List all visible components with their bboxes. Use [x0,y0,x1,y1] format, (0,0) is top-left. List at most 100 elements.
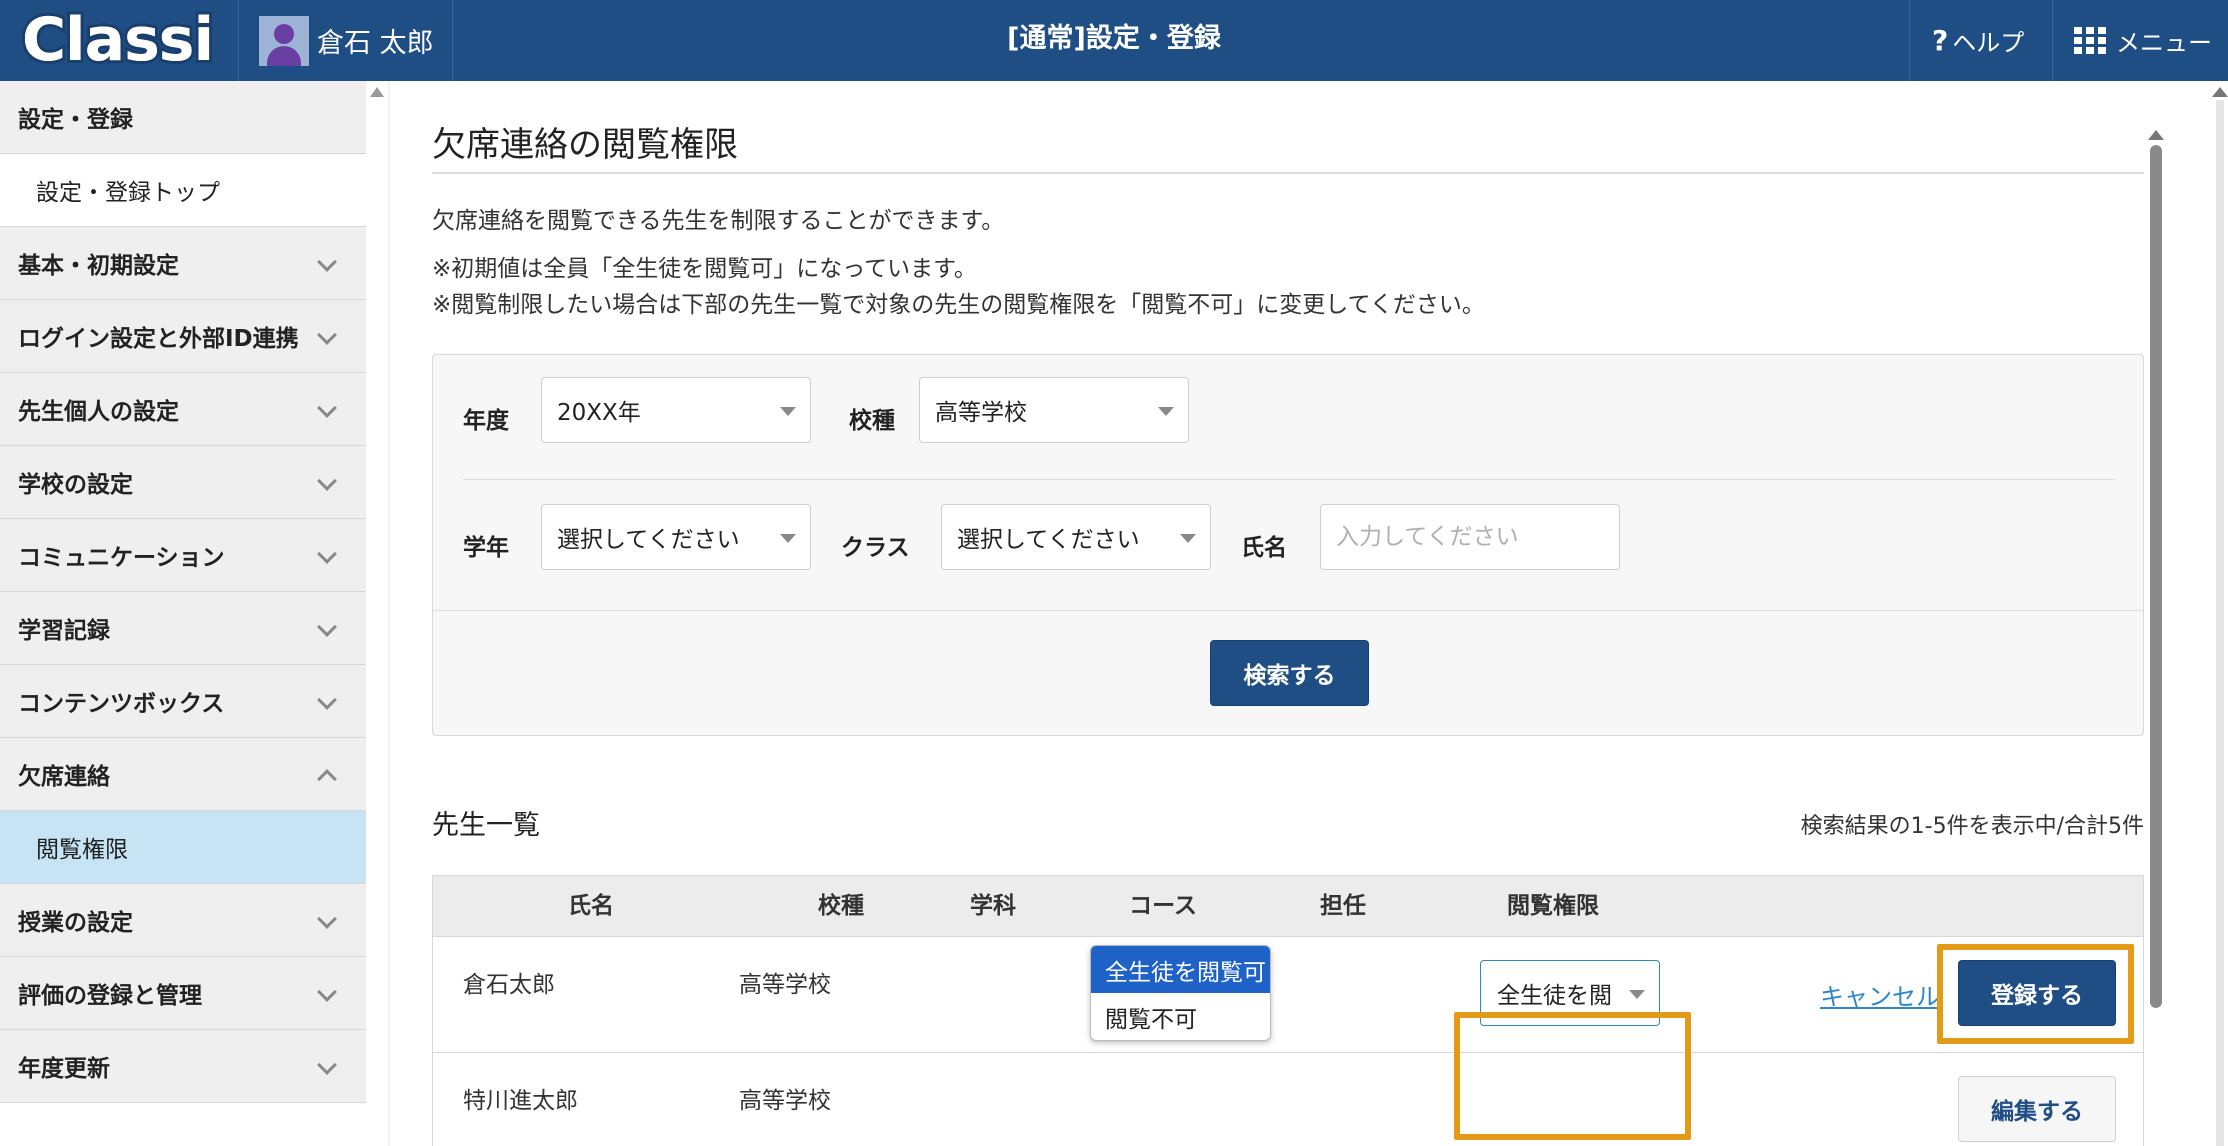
grade-select[interactable]: 選択してください [541,504,811,570]
sidebar-item-label: 欠席連絡 [18,764,110,790]
user-avatar-icon [259,15,309,66]
sidebar-item-label: コミュニケーション [18,545,225,571]
column-header-department: 学科 [970,893,1016,919]
year-select[interactable]: 20XX年 [541,377,811,443]
caret-down-icon [780,407,796,416]
search-button[interactable]: 検索する [1210,640,1369,706]
column-header-school-type: 校種 [818,893,864,919]
teacher-school-type: 高等学校 [739,1088,831,1114]
help-icon: ? [1932,24,1949,57]
sidebar-item-label: 年度更新 [18,1056,110,1082]
sidebar-item-label: 学習記録 [18,618,110,644]
table-row: 倉石太郎 高等学校 全生徒を閲 キャンセル 登録する [432,937,2144,1053]
sidebar-item-label: 基本・初期設定 [18,253,179,279]
chevron-down-icon [317,909,337,929]
user-menu[interactable]: 倉石 太郎 [259,0,434,81]
scroll-up-icon[interactable] [2148,130,2164,140]
permission-dropdown-list: 全生徒を閲覧可 閲覧不可 [1090,945,1271,1041]
sidebar-item-content-box[interactable]: コンテンツボックス [0,665,366,738]
classi-logo[interactable]: Classi [19,2,218,78]
column-header-permission: 閲覧権限 [1507,893,1599,919]
name-label: 氏名 [1241,535,1287,561]
year-label: 年度 [463,408,509,434]
top-header: Classi 倉石 太郎 [通常]設定・登録 ? ヘルプ メニュー [0,0,2228,81]
register-button[interactable]: 登録する [1958,960,2116,1026]
sidebar-item-school-settings[interactable]: 学校の設定 [0,446,366,519]
help-button[interactable]: ? ヘルプ [1932,0,2024,81]
chevron-up-icon [317,769,337,789]
panel-divider [433,610,2143,611]
sidebar-item-label: 評価の登録と管理 [18,983,202,1009]
permission-select[interactable]: 全生徒を閲 [1480,960,1660,1026]
sidebar-item-label: 授業の設定 [18,910,133,936]
chevron-down-icon [317,617,337,637]
caret-down-icon [1158,407,1174,416]
sidebar-item-label: 設定・登録 [18,107,133,133]
teacher-name: 特川進太郎 [463,1088,578,1114]
year-select-value: 20XX年 [557,400,641,426]
table-row: 特川進太郎 高等学校 編集する [432,1053,2144,1146]
caret-down-icon [780,534,796,543]
header-divider [2052,0,2053,81]
sidebar-item-label: 設定・登録トップ [36,180,220,206]
sidebar-item-learning-records[interactable]: 学習記録 [0,592,366,665]
permission-select-value: 全生徒を閲 [1497,983,1612,1009]
sidebar-item-view-permission[interactable]: 閲覧権限 [0,811,366,884]
edit-button[interactable]: 編集する [1958,1076,2116,1142]
sidebar-item-communication[interactable]: コミュニケーション [0,519,366,592]
column-header-homeroom: 担任 [1320,893,1366,919]
sidebar-item-basic-settings[interactable]: 基本・初期設定 [0,227,366,300]
name-input[interactable] [1320,504,1620,570]
menu-button[interactable]: メニュー [2074,0,2212,81]
grade-label: 学年 [463,535,509,561]
header-divider [238,0,239,81]
chevron-down-icon [317,690,337,710]
caret-down-icon [1629,990,1645,999]
school-type-select-value: 高等学校 [935,400,1027,426]
panel-divider [463,479,2115,480]
option-view-all[interactable]: 全生徒を閲覧可 [1091,946,1270,993]
sidebar-scroll-up-icon[interactable] [370,87,384,97]
chevron-down-icon [317,471,337,491]
sidebar-item-label: 閲覧権限 [36,837,128,863]
help-label: ヘルプ [1952,29,2025,57]
main-scrollbar[interactable] [2150,145,2162,1008]
page-title: 欠席連絡の閲覧権限 [432,125,738,165]
chevron-down-icon [317,398,337,418]
sidebar-section-settings: 設定・登録 [0,81,366,154]
sidebar-item-absence-contact[interactable]: 欠席連絡 [0,738,366,811]
sidebar-item-year-update[interactable]: 年度更新 [0,1030,366,1103]
result-count: 検索結果の1-5件を表示中/合計5件 [1800,814,2144,839]
teacher-list-title: 先生一覧 [432,810,540,841]
logo-text: Classi [19,2,217,78]
grid-menu-icon [2074,26,2106,55]
option-no-view[interactable]: 閲覧不可 [1091,993,1270,1040]
chevron-down-icon [317,252,337,272]
chevron-down-icon [317,1055,337,1075]
sidebar-item-label: 先生個人の設定 [18,399,179,425]
header-divider [1909,0,1910,81]
user-name: 倉石 太郎 [317,28,434,59]
cancel-link[interactable]: キャンセル [1820,977,1940,1012]
class-label: クラス [841,535,910,561]
class-select-value: 選択してください [957,527,1140,553]
sidebar-item-evaluation[interactable]: 評価の登録と管理 [0,957,366,1030]
chevron-down-icon [317,325,337,345]
sidebar-item-login-settings[interactable]: ログイン設定と外部ID連携 [0,300,366,373]
column-header-course: コース [1129,893,1197,919]
sidebar-item-teacher-settings[interactable]: 先生個人の設定 [0,373,366,446]
header-divider [452,0,453,81]
page-description: 欠席連絡を閲覧できる先生を制限することができます。 [432,208,1005,234]
sidebar-item-label: 学校の設定 [18,472,133,498]
school-type-select[interactable]: 高等学校 [919,377,1189,443]
grade-select-value: 選択してください [557,527,740,553]
window-scrollbar[interactable] [2216,100,2224,1146]
sidebar-item-class-settings[interactable]: 授業の設定 [0,884,366,957]
class-select[interactable]: 選択してください [941,504,1211,570]
sidebar-item-settings-top[interactable]: 設定・登録トップ [0,154,366,227]
menu-label: メニュー [2116,29,2212,57]
title-divider [432,172,2144,174]
window-scroll-up-icon[interactable] [2212,87,2228,97]
sidebar: 設定・登録 設定・登録トップ 基本・初期設定 ログイン設定と外部ID連携 先生個… [0,81,366,1146]
table-header: 氏名 校種 学科 コース 担任 閲覧権限 [432,875,2144,937]
